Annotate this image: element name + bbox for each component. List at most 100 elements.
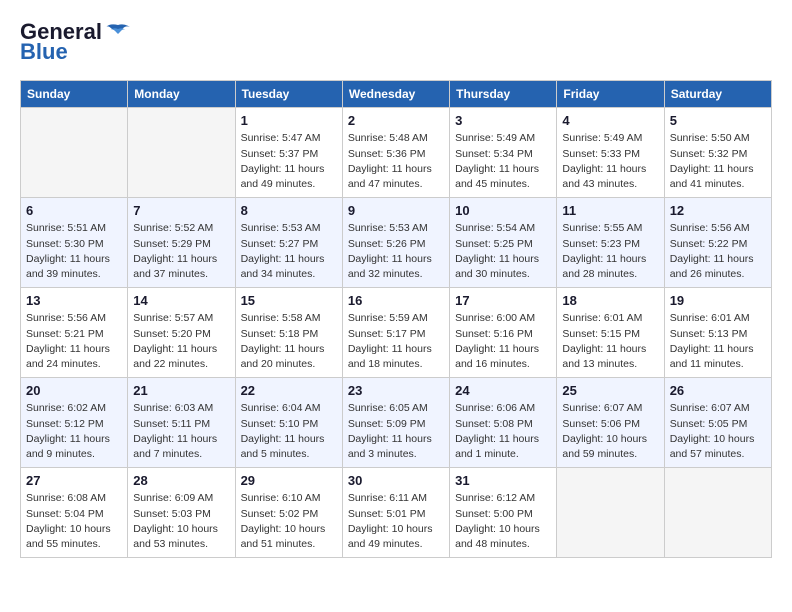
- calendar-cell: 11 Sunrise: 5:55 AM Sunset: 5:23 PM Dayli…: [557, 198, 664, 288]
- calendar-cell: 8 Sunrise: 5:53 AM Sunset: 5:27 PM Daylig…: [235, 198, 342, 288]
- calendar-cell: 21 Sunrise: 6:03 AM Sunset: 5:11 PM Dayli…: [128, 378, 235, 468]
- day-number: 21: [133, 383, 229, 398]
- calendar-cell: 2 Sunrise: 5:48 AM Sunset: 5:36 PM Daylig…: [342, 108, 449, 198]
- logo-blue: Blue: [20, 40, 68, 64]
- day-number: 10: [455, 203, 551, 218]
- calendar-cell: 3 Sunrise: 5:49 AM Sunset: 5:34 PM Daylig…: [450, 108, 557, 198]
- calendar-cell: 13 Sunrise: 5:56 AM Sunset: 5:21 PM Dayli…: [21, 288, 128, 378]
- day-number: 7: [133, 203, 229, 218]
- calendar-cell: 15Sunrise: 5:58 AM Sunset: 5:18 PM Dayli…: [235, 288, 342, 378]
- day-number: 6: [26, 203, 122, 218]
- day-info: Sunrise: 5:48 AM Sunset: 5:36 PM Dayligh…: [348, 131, 444, 192]
- page-header: General Blue: [20, 20, 772, 64]
- day-number: 8: [241, 203, 337, 218]
- day-info: Sunrise: 6:00 AM Sunset: 5:16 PM Dayligh…: [455, 311, 551, 372]
- calendar-cell: 26Sunrise: 6:07 AM Sunset: 5:05 PM Dayli…: [664, 378, 771, 468]
- day-info: Sunrise: 5:55 AM Sunset: 5:23 PM Dayligh…: [562, 221, 658, 282]
- day-info: Sunrise: 6:12 AM Sunset: 5:00 PM Dayligh…: [455, 491, 551, 552]
- calendar-day-header: Friday: [557, 81, 664, 108]
- day-number: 1: [241, 113, 337, 128]
- day-info: Sunrise: 5:47 AM Sunset: 5:37 PM Dayligh…: [241, 131, 337, 192]
- calendar-cell: 17 Sunrise: 6:00 AM Sunset: 5:16 PM Dayli…: [450, 288, 557, 378]
- day-number: 24: [455, 383, 551, 398]
- calendar-cell: 25 Sunrise: 6:07 AM Sunset: 5:06 PM Dayli…: [557, 378, 664, 468]
- calendar-cell: 29Sunrise: 6:10 AM Sunset: 5:02 PM Dayli…: [235, 468, 342, 558]
- day-number: 30: [348, 473, 444, 488]
- day-info: Sunrise: 6:09 AM Sunset: 5:03 PM Dayligh…: [133, 491, 229, 552]
- calendar-week-row: 1 Sunrise: 5:47 AM Sunset: 5:37 PM Daylig…: [21, 108, 772, 198]
- calendar-day-header: Thursday: [450, 81, 557, 108]
- calendar-day-header: Tuesday: [235, 81, 342, 108]
- calendar-cell: 28Sunrise: 6:09 AM Sunset: 5:03 PM Dayli…: [128, 468, 235, 558]
- day-info: Sunrise: 5:52 AM Sunset: 5:29 PM Dayligh…: [133, 221, 229, 282]
- calendar-cell: 16 Sunrise: 5:59 AM Sunset: 5:17 PM Dayli…: [342, 288, 449, 378]
- day-number: 16: [348, 293, 444, 308]
- day-number: 18: [562, 293, 658, 308]
- day-info: Sunrise: 6:10 AM Sunset: 5:02 PM Dayligh…: [241, 491, 337, 552]
- day-number: 27: [26, 473, 122, 488]
- calendar-cell: 18 Sunrise: 6:01 AM Sunset: 5:15 PM Dayli…: [557, 288, 664, 378]
- day-number: 25: [562, 383, 658, 398]
- day-info: Sunrise: 5:51 AM Sunset: 5:30 PM Dayligh…: [26, 221, 122, 282]
- day-number: 11: [562, 203, 658, 218]
- day-info: Sunrise: 5:56 AM Sunset: 5:22 PM Dayligh…: [670, 221, 766, 282]
- day-number: 9: [348, 203, 444, 218]
- calendar-cell: 7 Sunrise: 5:52 AM Sunset: 5:29 PM Daylig…: [128, 198, 235, 288]
- calendar-cell: 22Sunrise: 6:04 AM Sunset: 5:10 PM Dayli…: [235, 378, 342, 468]
- day-info: Sunrise: 5:56 AM Sunset: 5:21 PM Dayligh…: [26, 311, 122, 372]
- calendar-cell: [664, 468, 771, 558]
- day-number: 5: [670, 113, 766, 128]
- day-info: Sunrise: 6:06 AM Sunset: 5:08 PM Dayligh…: [455, 401, 551, 462]
- calendar-cell: 20Sunrise: 6:02 AM Sunset: 5:12 PM Dayli…: [21, 378, 128, 468]
- day-info: Sunrise: 6:07 AM Sunset: 5:06 PM Dayligh…: [562, 401, 658, 462]
- day-info: Sunrise: 6:05 AM Sunset: 5:09 PM Dayligh…: [348, 401, 444, 462]
- day-number: 22: [241, 383, 337, 398]
- calendar-cell: 4 Sunrise: 5:49 AM Sunset: 5:33 PM Daylig…: [557, 108, 664, 198]
- day-number: 12: [670, 203, 766, 218]
- calendar-day-header: Sunday: [21, 81, 128, 108]
- day-number: 3: [455, 113, 551, 128]
- day-info: Sunrise: 6:01 AM Sunset: 5:13 PM Dayligh…: [670, 311, 766, 372]
- calendar-day-header: Wednesday: [342, 81, 449, 108]
- day-number: 31: [455, 473, 551, 488]
- calendar-week-row: 13 Sunrise: 5:56 AM Sunset: 5:21 PM Dayli…: [21, 288, 772, 378]
- day-info: Sunrise: 5:57 AM Sunset: 5:20 PM Dayligh…: [133, 311, 229, 372]
- day-number: 23: [348, 383, 444, 398]
- calendar-week-row: 6 Sunrise: 5:51 AM Sunset: 5:30 PM Daylig…: [21, 198, 772, 288]
- day-number: 19: [670, 293, 766, 308]
- day-info: Sunrise: 5:58 AM Sunset: 5:18 PM Dayligh…: [241, 311, 337, 372]
- calendar-cell: 31 Sunrise: 6:12 AM Sunset: 5:00 PM Dayli…: [450, 468, 557, 558]
- calendar-cell: 14 Sunrise: 5:57 AM Sunset: 5:20 PM Dayli…: [128, 288, 235, 378]
- day-info: Sunrise: 5:59 AM Sunset: 5:17 PM Dayligh…: [348, 311, 444, 372]
- calendar-week-row: 27Sunrise: 6:08 AM Sunset: 5:04 PM Dayli…: [21, 468, 772, 558]
- day-number: 13: [26, 293, 122, 308]
- calendar-day-header: Monday: [128, 81, 235, 108]
- day-info: Sunrise: 6:01 AM Sunset: 5:15 PM Dayligh…: [562, 311, 658, 372]
- day-info: Sunrise: 5:49 AM Sunset: 5:34 PM Dayligh…: [455, 131, 551, 192]
- day-number: 26: [670, 383, 766, 398]
- calendar-day-header: Saturday: [664, 81, 771, 108]
- day-info: Sunrise: 6:03 AM Sunset: 5:11 PM Dayligh…: [133, 401, 229, 462]
- day-info: Sunrise: 5:53 AM Sunset: 5:27 PM Dayligh…: [241, 221, 337, 282]
- day-number: 17: [455, 293, 551, 308]
- calendar-cell: 23 Sunrise: 6:05 AM Sunset: 5:09 PM Dayli…: [342, 378, 449, 468]
- day-info: Sunrise: 5:50 AM Sunset: 5:32 PM Dayligh…: [670, 131, 766, 192]
- day-number: 2: [348, 113, 444, 128]
- day-info: Sunrise: 6:02 AM Sunset: 5:12 PM Dayligh…: [26, 401, 122, 462]
- calendar-cell: [557, 468, 664, 558]
- calendar-cell: [21, 108, 128, 198]
- calendar-week-row: 20Sunrise: 6:02 AM Sunset: 5:12 PM Dayli…: [21, 378, 772, 468]
- day-info: Sunrise: 5:54 AM Sunset: 5:25 PM Dayligh…: [455, 221, 551, 282]
- calendar-cell: 6 Sunrise: 5:51 AM Sunset: 5:30 PM Daylig…: [21, 198, 128, 288]
- calendar-cell: [128, 108, 235, 198]
- day-info: Sunrise: 5:53 AM Sunset: 5:26 PM Dayligh…: [348, 221, 444, 282]
- calendar-table: SundayMondayTuesdayWednesdayThursdayFrid…: [20, 80, 772, 558]
- day-info: Sunrise: 5:49 AM Sunset: 5:33 PM Dayligh…: [562, 131, 658, 192]
- calendar-cell: 9 Sunrise: 5:53 AM Sunset: 5:26 PM Daylig…: [342, 198, 449, 288]
- day-number: 14: [133, 293, 229, 308]
- calendar-cell: 27Sunrise: 6:08 AM Sunset: 5:04 PM Dayli…: [21, 468, 128, 558]
- calendar-cell: 12 Sunrise: 5:56 AM Sunset: 5:22 PM Dayli…: [664, 198, 771, 288]
- calendar-cell: 24 Sunrise: 6:06 AM Sunset: 5:08 PM Dayli…: [450, 378, 557, 468]
- day-number: 4: [562, 113, 658, 128]
- day-info: Sunrise: 6:11 AM Sunset: 5:01 PM Dayligh…: [348, 491, 444, 552]
